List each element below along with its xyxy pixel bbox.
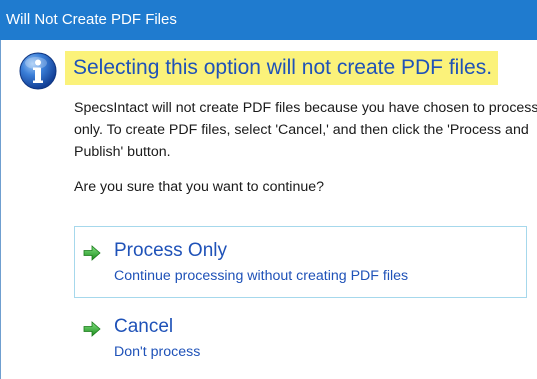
process-only-title: Process Only (114, 240, 227, 261)
window-left-border (0, 40, 1, 379)
window-title: Will Not Create PDF Files (6, 11, 177, 28)
title-bar[interactable]: Will Not Create PDF Files (0, 0, 537, 40)
cancel-button[interactable]: Cancel Don't process (74, 302, 527, 374)
confirmation-question: Are you sure that you want to continue? (74, 179, 325, 195)
green-arrow-icon (83, 321, 101, 337)
green-arrow-icon (83, 245, 101, 261)
process-only-button[interactable]: Process Only Continue processing without… (74, 226, 527, 298)
process-only-description: Continue processing without creating PDF… (114, 268, 409, 284)
cancel-description: Don't process (114, 344, 201, 360)
info-icon (19, 52, 57, 90)
dialog-window: Will Not Create PDF Files Selecting this… (0, 0, 537, 379)
message-body-line-1: SpecsIntact will not create PDF files be… (74, 100, 537, 116)
cancel-title: Cancel (114, 316, 174, 337)
message-body-line-3: Publish' button. (74, 144, 171, 160)
message-heading: Selecting this option will not create PD… (65, 51, 499, 85)
message-body-line-2: only. To create PDF files, select 'Cance… (74, 122, 529, 138)
message-body: SpecsIntact will not create PDF files be… (74, 97, 537, 163)
